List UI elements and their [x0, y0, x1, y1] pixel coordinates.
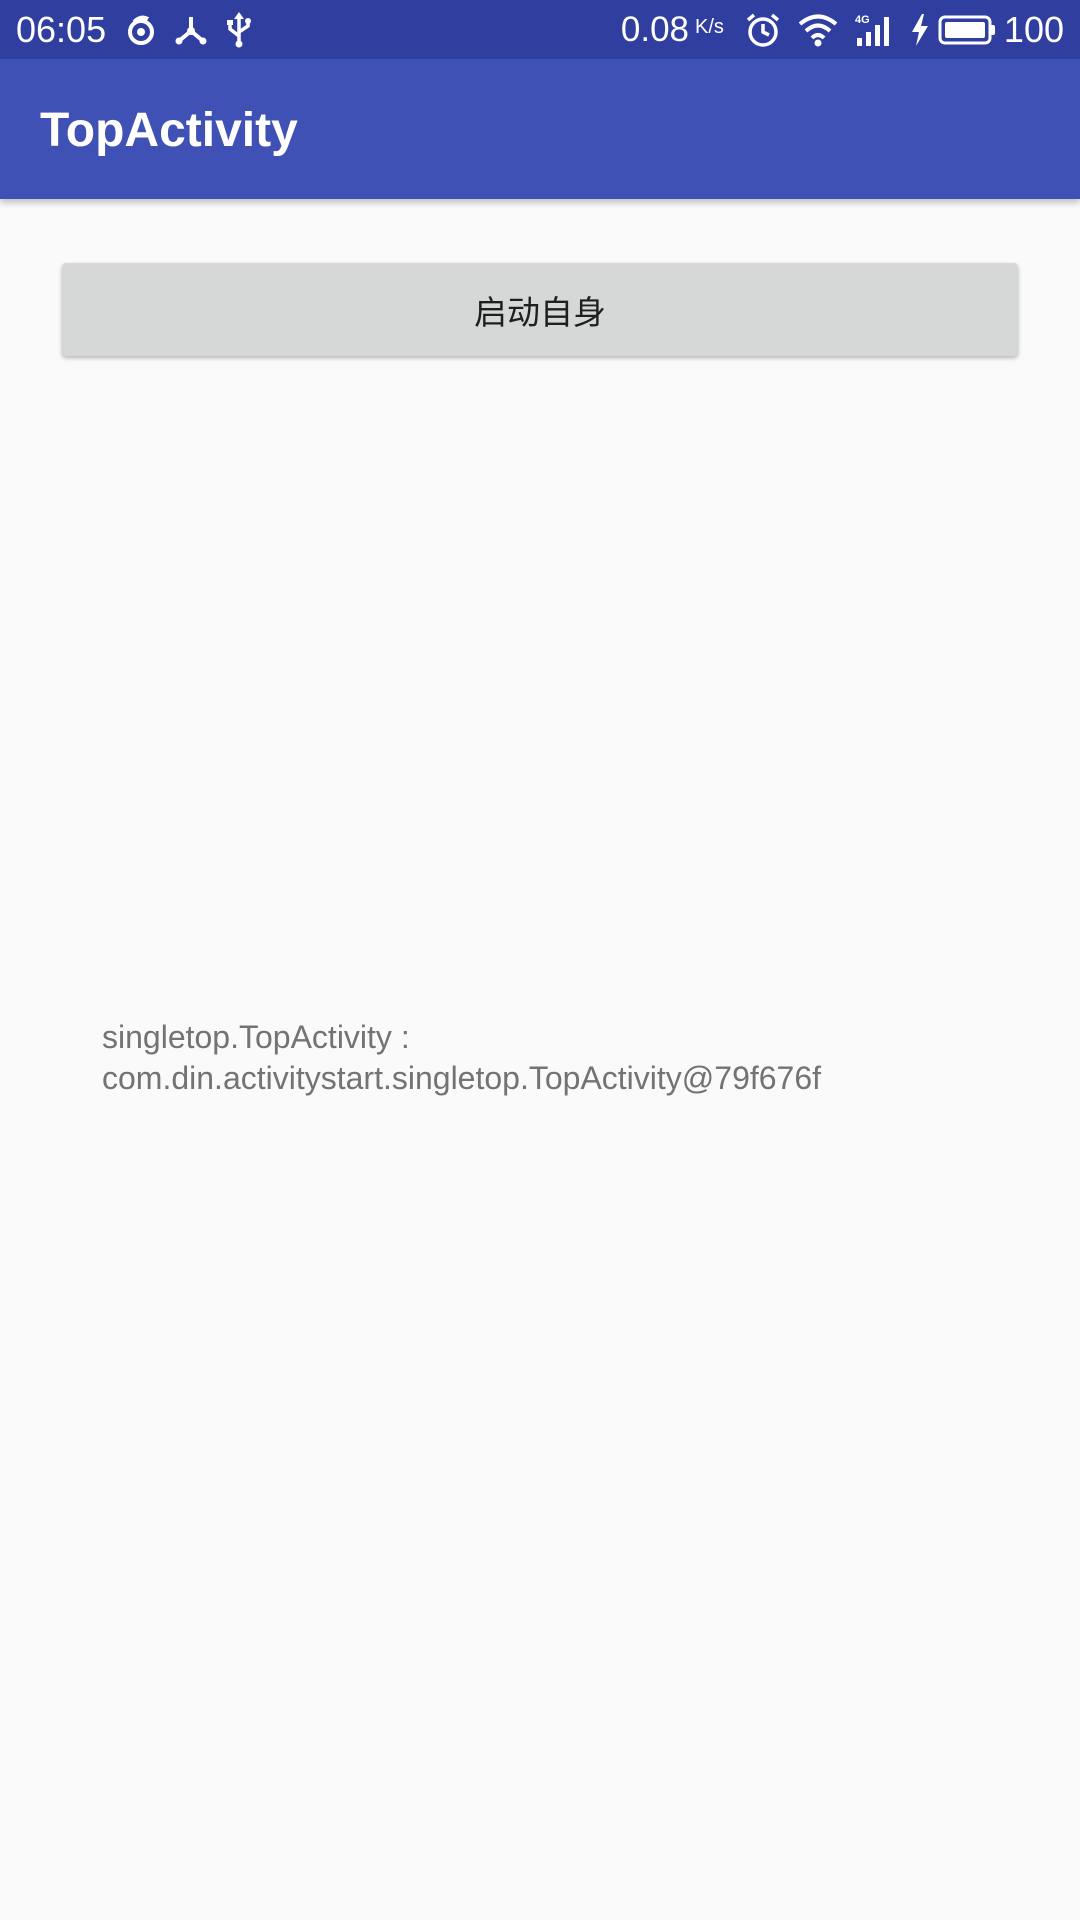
battery-percent: 100 — [1003, 8, 1064, 50]
signal-label: 4G — [855, 14, 870, 26]
activity-info-line-1: singletop.TopActivity : — [102, 1019, 410, 1055]
share-network-icon — [174, 13, 208, 47]
ring-notification-icon — [124, 13, 158, 47]
network-speed: 0.08 — [620, 9, 690, 49]
battery-icon — [938, 15, 996, 45]
signal-4g-icon: 4G — [854, 12, 894, 48]
app-bar: TopActivity — [0, 59, 1080, 199]
charging-icon — [910, 13, 930, 46]
alarm-icon — [744, 11, 782, 49]
page-title: TopActivity — [40, 104, 298, 157]
status-bar: 06:05 0.08 K/s 4G 100 — [0, 0, 1080, 59]
activity-info-text: singletop.TopActivity : com.din.activity… — [102, 1017, 1002, 1099]
network-speed-unit: K/s — [695, 16, 724, 38]
usb-icon — [224, 11, 254, 48]
wifi-icon — [798, 13, 838, 47]
status-right: 0.08 K/s 4G 100 — [621, 9, 1064, 51]
launch-self-button[interactable]: 启动自身 — [62, 263, 1018, 356]
status-left: 06:05 — [16, 9, 270, 51]
activity-info-line-2: com.din.activitystart.singletop.TopActiv… — [102, 1060, 822, 1096]
status-time: 06:05 — [16, 8, 107, 50]
